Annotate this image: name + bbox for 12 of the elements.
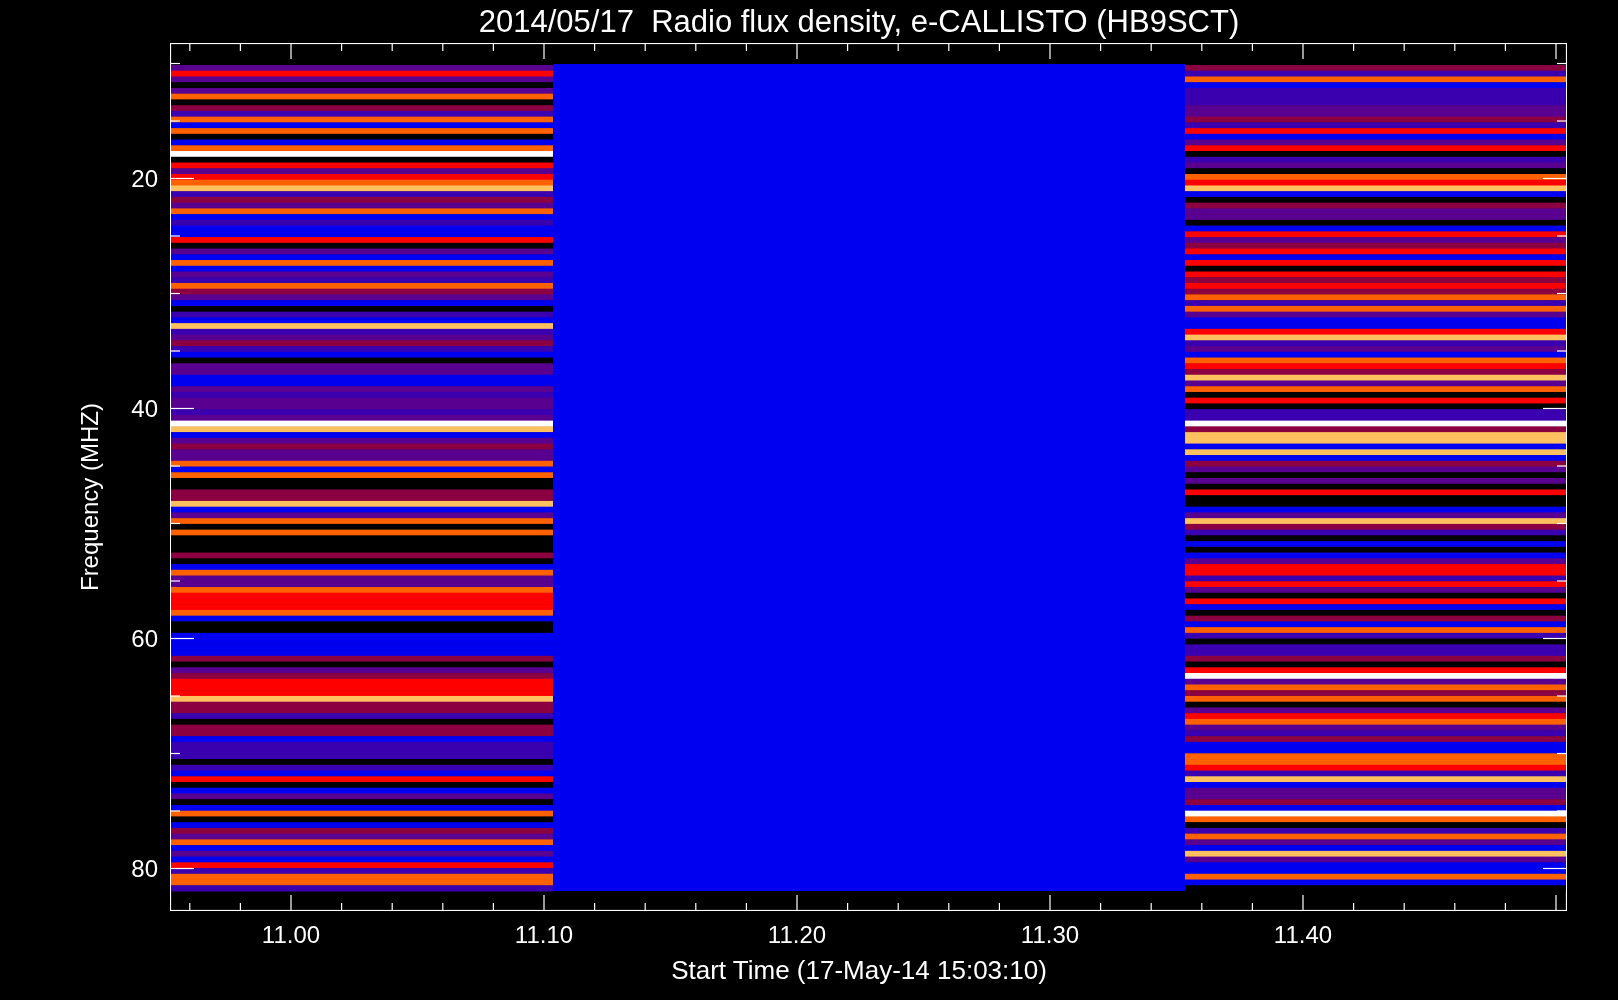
chart-title: 2014/05/17 Radio flux density, e-CALLISTO (HB9SCT) — [478, 6, 1240, 37]
x-tick-label: 11.10 — [514, 923, 574, 947]
x-tick-label: 11.00 — [261, 923, 321, 947]
y-tick-label: 60 — [131, 626, 158, 651]
x-tick-label: 11.30 — [1020, 923, 1080, 947]
x-tick-label: 11.20 — [767, 923, 827, 947]
y-tick-label: 20 — [131, 166, 158, 191]
x-axis-label: Start Time (17-May-14 15:03:10) — [671, 957, 1047, 983]
y-tick-label: 40 — [131, 396, 158, 421]
y-axis-label: Frequency (MHZ) — [78, 403, 102, 592]
y-tick-label: 80 — [131, 856, 158, 881]
x-tick-label: 11.40 — [1273, 923, 1333, 947]
